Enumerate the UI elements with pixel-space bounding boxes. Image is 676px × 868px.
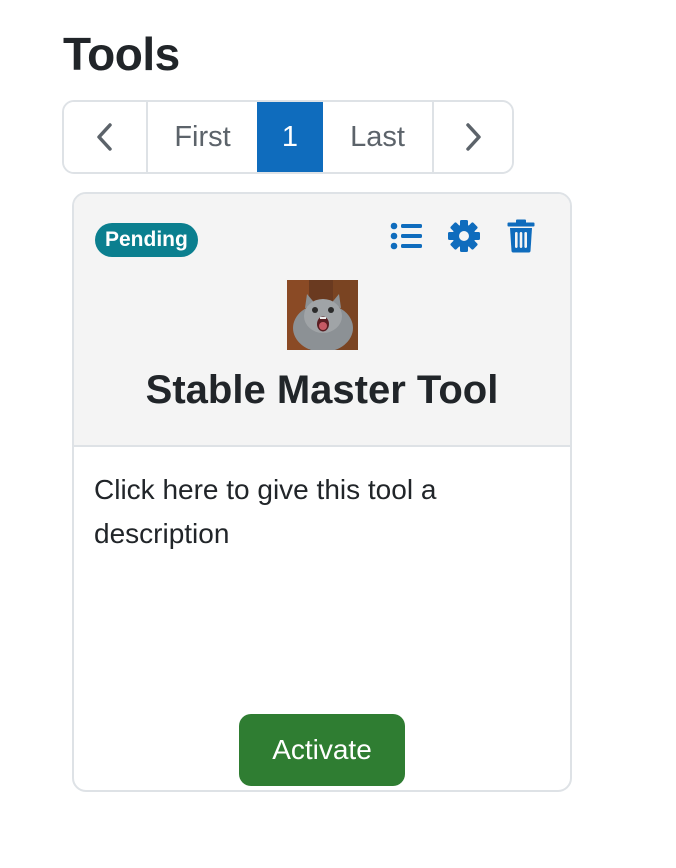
page-title: Tools	[63, 28, 180, 80]
chevron-left-icon	[97, 123, 112, 151]
list-button[interactable]	[389, 218, 424, 254]
pagination-next-button[interactable]	[432, 102, 512, 172]
status-badge: Pending	[95, 223, 198, 257]
gear-icon	[447, 220, 480, 252]
cat-thumbnail	[287, 280, 358, 350]
pagination-prev-button[interactable]	[64, 102, 146, 172]
tool-description[interactable]: Click here to give this tool a descripti…	[94, 468, 544, 556]
pagination-first-button[interactable]: First	[146, 102, 257, 172]
settings-button[interactable]	[446, 218, 481, 254]
activate-button[interactable]: Activate	[239, 714, 405, 786]
pagination-current-page[interactable]: 1	[257, 102, 321, 172]
pagination-last-button[interactable]: Last	[321, 102, 432, 172]
tool-actions	[389, 218, 538, 254]
list-icon	[390, 222, 422, 250]
tool-card-header: Pending Stable Master Tool	[74, 194, 570, 447]
delete-button[interactable]	[503, 218, 538, 254]
tool-image	[287, 280, 358, 350]
trash-icon	[507, 219, 534, 253]
tool-title: Stable Master Tool	[145, 368, 499, 412]
pagination: First 1 Last	[62, 100, 514, 174]
tool-card: Pending Stable Master Tool Click here to…	[72, 192, 572, 792]
chevron-right-icon	[466, 123, 481, 151]
